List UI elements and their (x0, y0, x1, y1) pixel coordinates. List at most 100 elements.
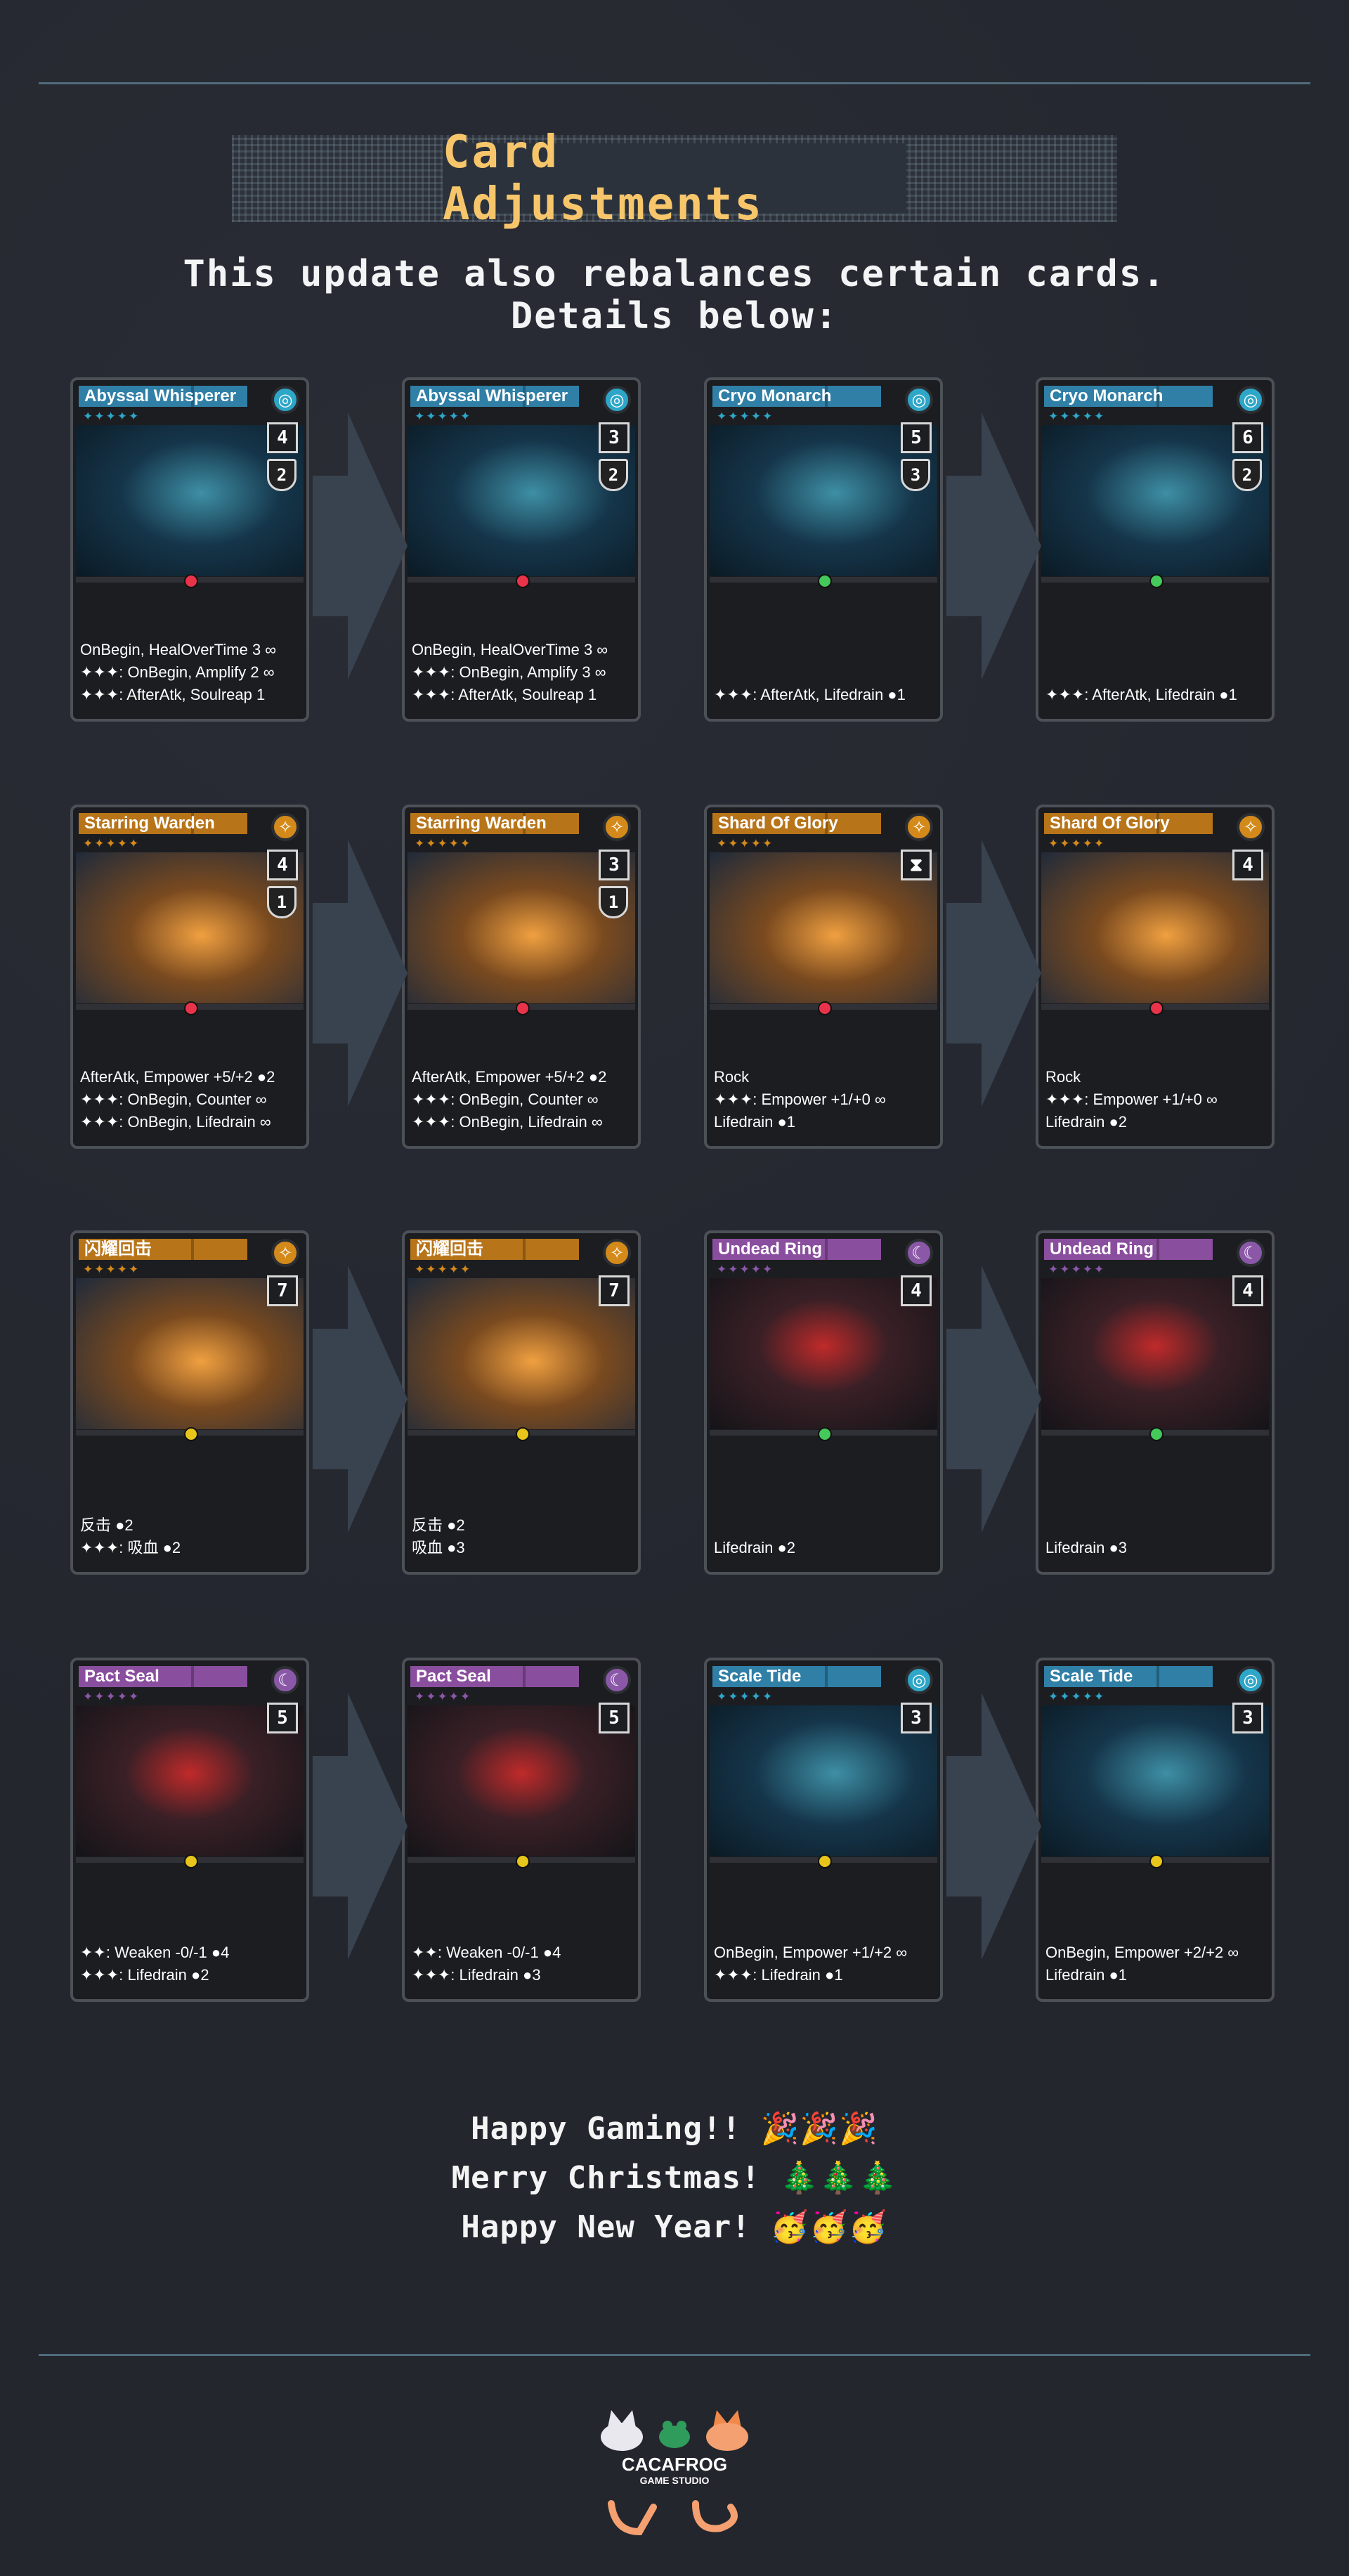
effect-line: ✦✦✦: AfterAtk, Soulreap 1 (80, 686, 266, 703)
star-rating: ✦✦✦✦✦ (415, 837, 472, 851)
card-effects: OnBegin, Empower +1/+2 ∞ ✦✦✦: Lifedrain ●… (714, 1941, 934, 1986)
change-arrow-icon (313, 1693, 408, 1960)
light-element-icon: ✧ (1237, 813, 1265, 841)
card-name: Undead Ring (712, 1239, 881, 1260)
star-rating: ✦✦✦✦✦ (717, 1263, 774, 1277)
card[interactable]: Scale Tide ◎ ✦✦✦✦✦ 3 OnBegin, Empower +2/+2 … (1036, 1658, 1275, 2002)
title-banner: Card Adjustments (232, 126, 1117, 230)
card[interactable]: Abyssal Whisperer ◎ ✦✦✦✦✦ 4 2 OnBegin, HealOv… (70, 377, 309, 722)
subtitle-line-1: This update also rebalances certain card… (183, 253, 1166, 295)
card-name: Scale Tide (712, 1666, 881, 1687)
rarity-gem-icon (516, 1854, 530, 1868)
card[interactable]: 闪耀回击 ✧ ✦✦✦✦✦ 7 反击 ●2 吸血 ●3 (402, 1230, 641, 1575)
effect-line: 反击 ●2 (412, 1516, 465, 1534)
star-rating: ✦✦✦✦✦ (83, 1690, 141, 1704)
studio-name: CACAFROG (621, 2454, 728, 2475)
light-element-icon: ✧ (271, 813, 299, 841)
card[interactable]: Starring Warden ✧ ✦✦✦✦✦ 4 1 AfterAtk, Empower… (70, 805, 309, 1149)
effect-line: AfterAtk, Empower +5/+2 ●2 (80, 1068, 275, 1086)
effect-line: ✦✦✦: AfterAtk, Lifedrain ●1 (714, 686, 906, 703)
light-element-icon: ✧ (271, 1239, 299, 1267)
change-arrow-icon (946, 1266, 1041, 1533)
rarity-gem-icon (818, 1854, 832, 1868)
card[interactable]: Undead Ring ☾ ✦✦✦✦✦ 4 Lifedrain ●2 (704, 1230, 943, 1575)
card-effects: AfterAtk, Empower +5/+2 ●2 ✦✦✦: OnBegin, … (80, 1066, 301, 1133)
change-arrow-icon (313, 840, 408, 1107)
studio-logo: CACAFROG GAME STUDIO (590, 2396, 759, 2558)
card[interactable]: Pact Seal ☾ ✦✦✦✦✦ 5 ✦✦: Weaken -0/-1 ●4 ✦✦✦: … (70, 1658, 309, 2002)
title-plate: Card Adjustments (443, 126, 906, 230)
cat-frog-mascot-icon (601, 2410, 748, 2451)
water-element-icon: ◎ (1237, 1666, 1265, 1694)
star-rating: ✦✦✦✦✦ (415, 1263, 472, 1277)
defense-shield-icon: 2 (267, 459, 296, 491)
rarity-gem-icon (1149, 574, 1164, 588)
card[interactable]: Abyssal Whisperer ◎ ✦✦✦✦✦ 3 2 OnBegin, HealOv… (402, 377, 641, 722)
arrow-head (348, 840, 408, 1107)
change-arrow-icon (313, 1266, 408, 1533)
card-effects: AfterAtk, Empower +5/+2 ●2 ✦✦✦: OnBegin, … (412, 1066, 632, 1133)
rarity-gem-icon (516, 1427, 530, 1441)
change-arrow-icon (946, 412, 1041, 679)
closing-message: Happy Gaming!! 🎉🎉🎉 Merry Christmas! 🎄🎄🎄 … (0, 2105, 1349, 2252)
card[interactable]: Undead Ring ☾ ✦✦✦✦✦ 4 Lifedrain ●3 (1036, 1230, 1275, 1575)
defense-shield-icon: 3 (901, 459, 930, 491)
rarity-gem-icon (818, 1427, 832, 1441)
rarity-gem-icon (818, 1001, 832, 1015)
change-arrow-icon (946, 1693, 1041, 1960)
cost-badge: 4 (267, 850, 298, 880)
arrow-head (348, 412, 408, 679)
effect-line: Rock (1045, 1068, 1081, 1086)
effect-line: ✦✦✦: Empower +1/+0 ∞ (714, 1091, 886, 1108)
card-name: Abyssal Whisperer (79, 386, 247, 407)
rarity-gem-icon (1149, 1854, 1164, 1868)
effect-line: AfterAtk, Empower +5/+2 ●2 (412, 1068, 607, 1086)
card-effects: 反击 ●2 吸血 ●3 (412, 1514, 632, 1559)
rarity-gem-icon (184, 1001, 198, 1015)
card-effects: OnBegin, Empower +2/+2 ∞ Lifedrain ●1 (1045, 1941, 1266, 1986)
water-element-icon: ◎ (905, 386, 933, 414)
card-name: Scale Tide (1044, 1666, 1213, 1687)
effect-line: ✦✦✦: Empower +1/+0 ∞ (1045, 1091, 1218, 1108)
arrow-head (982, 1266, 1041, 1533)
rarity-gem-icon (1149, 1427, 1164, 1441)
studio-mark-icon (608, 2500, 738, 2536)
card-name: Starring Warden (79, 813, 247, 834)
star-rating: ✦✦✦✦✦ (415, 1690, 472, 1704)
effect-line: Lifedrain ●1 (1045, 1966, 1128, 1984)
card[interactable]: Starring Warden ✧ ✦✦✦✦✦ 3 1 AfterAtk, Empower… (402, 805, 641, 1149)
card-name: Pact Seal (410, 1666, 579, 1687)
subtitle-line-2: Details below: (510, 295, 839, 337)
subtitle: This update also rebalances certain card… (0, 253, 1349, 337)
card-name: Abyssal Whisperer (410, 386, 579, 407)
card-effects: ✦✦: Weaken -0/-1 ●4 ✦✦✦: Lifedrain ●3 (412, 1941, 632, 1986)
cost-badge: 4 (1232, 1275, 1263, 1306)
water-element-icon: ◎ (1237, 386, 1265, 414)
change-arrow-icon (313, 412, 408, 679)
card[interactable]: Shard Of Glory ✧ ✦✦✦✦✦ 4 Rock ✦✦✦: Empower +1… (1036, 805, 1275, 1149)
star-rating: ✦✦✦✦✦ (717, 1690, 774, 1704)
card[interactable]: Cryo Monarch ◎ ✦✦✦✦✦ 6 2 ✦✦✦: AfterAtk, Lifed… (1036, 377, 1275, 722)
cost-badge: 4 (901, 1275, 932, 1306)
effect-line: Lifedrain ●2 (714, 1539, 796, 1556)
card[interactable]: Cryo Monarch ◎ ✦✦✦✦✦ 5 3 ✦✦✦: AfterAtk, Lifed… (704, 377, 943, 722)
effect-line: Rock (714, 1068, 750, 1086)
effect-line: ✦✦✦: 吸血 ●2 (80, 1539, 181, 1556)
card-effects: 反击 ●2 ✦✦✦: 吸血 ●2 (80, 1514, 301, 1559)
effect-line: ✦✦✦: Lifedrain ●3 (412, 1966, 541, 1984)
card[interactable]: Scale Tide ◎ ✦✦✦✦✦ 3 OnBegin, Empower +1/+2 … (704, 1658, 943, 2002)
effect-line: ✦✦✦: OnBegin, Counter ∞ (80, 1091, 267, 1108)
effect-line: 吸血 ●3 (412, 1539, 465, 1556)
cost-badge: 7 (599, 1275, 630, 1306)
defense-shield-icon: 2 (599, 459, 628, 491)
cost-badge: 3 (901, 1703, 932, 1733)
card[interactable]: Pact Seal ☾ ✦✦✦✦✦ 5 ✦✦: Weaken -0/-1 ●4 ✦✦✦: … (402, 1658, 641, 2002)
card[interactable]: 闪耀回击 ✧ ✦✦✦✦✦ 7 反击 ●2 ✦✦✦: 吸血 ●2 (70, 1230, 309, 1575)
card-effects: OnBegin, HealOverTime 3 ∞ ✦✦✦: OnBegin, A… (80, 639, 301, 706)
effect-line: ✦✦✦: OnBegin, Lifedrain ∞ (412, 1113, 603, 1131)
star-rating: ✦✦✦✦✦ (717, 837, 774, 851)
card[interactable]: Shard Of Glory ✧ ✦✦✦✦✦ ⧗ Rock ✦✦✦: Empower +1… (704, 805, 943, 1149)
cost-badge: 3 (599, 850, 630, 880)
card-effects: Rock ✦✦✦: Empower +1/+0 ∞ Lifedrain ●1 (714, 1066, 934, 1133)
arrow-head (348, 1693, 408, 1960)
